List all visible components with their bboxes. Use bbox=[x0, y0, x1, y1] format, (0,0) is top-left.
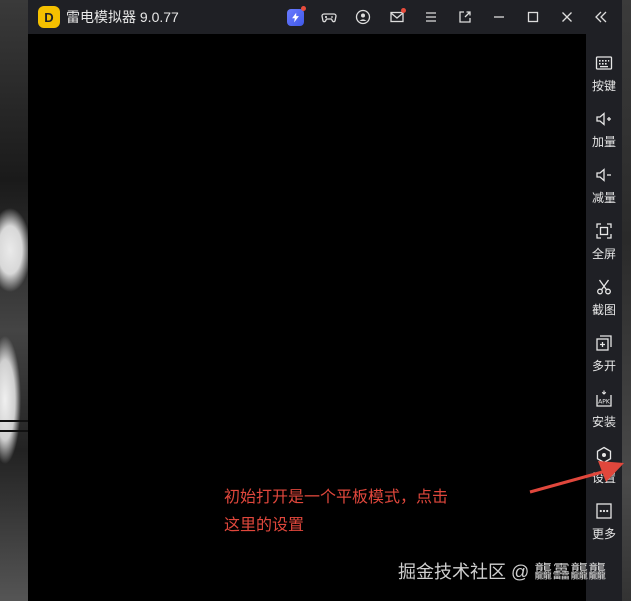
sidebar-item-label: 减量 bbox=[591, 191, 616, 205]
notification-badge bbox=[301, 6, 306, 11]
fullscreen-icon bbox=[596, 223, 612, 239]
sidebar-item-label: 截图 bbox=[591, 303, 616, 317]
sidebar-item-volume-down[interactable]: 减量 bbox=[586, 152, 622, 208]
annotation-arrow-icon bbox=[529, 461, 624, 494]
sidebar-item-label: 多开 bbox=[591, 359, 616, 373]
annotation-line: 这里的设置 bbox=[224, 517, 305, 534]
sidebar-item-keymap[interactable]: 按键 bbox=[586, 40, 622, 96]
emulator-window: D 雷电模拟器 9.0.77 按键 加量 减量 全屏 截图 多开 APK 安装 … bbox=[28, 0, 624, 601]
background-photo-right bbox=[622, 0, 631, 601]
app-logo-letter: D bbox=[44, 9, 54, 25]
sidebar-item-screenshot[interactable]: 截图 bbox=[586, 264, 622, 320]
sidebar-item-label: 按键 bbox=[591, 79, 616, 93]
bolt-icon bbox=[286, 8, 304, 26]
more-icon bbox=[596, 503, 612, 519]
sync-window-icon bbox=[459, 11, 471, 23]
scissors-icon bbox=[597, 279, 611, 295]
collapse-sidebar-icon bbox=[595, 11, 607, 23]
titlebar-toolbar bbox=[278, 0, 618, 34]
watermark-text: 掘金技术社区 @ 龘靐龘龘 bbox=[398, 562, 607, 582]
minimize-icon bbox=[494, 16, 504, 18]
menu-icon bbox=[426, 12, 436, 22]
close-icon bbox=[562, 12, 572, 22]
annotation-line: 初始打开是一个平板模式，点击 bbox=[224, 489, 449, 506]
sidebar-item-label: 更多 bbox=[591, 527, 616, 541]
svg-text:APK: APK bbox=[598, 399, 611, 406]
sync-window-button[interactable] bbox=[448, 0, 482, 34]
minimize-button[interactable] bbox=[482, 0, 516, 34]
menu-button[interactable] bbox=[414, 0, 448, 34]
right-toolbar: 按键 加量 减量 全屏 截图 多开 APK 安装 设置 更多 bbox=[586, 34, 622, 601]
sidebar-item-label: 全屏 bbox=[591, 247, 616, 261]
sidebar-item-install[interactable]: APK 安装 bbox=[586, 376, 622, 432]
apk-install-icon: APK bbox=[596, 390, 612, 407]
user-icon bbox=[355, 9, 371, 25]
sidebar-item-fullscreen[interactable]: 全屏 bbox=[586, 208, 622, 264]
notification-badge bbox=[401, 8, 406, 13]
keyboard-icon bbox=[595, 56, 613, 70]
mail-button[interactable] bbox=[380, 0, 414, 34]
sidebar-item-label: 加量 bbox=[591, 135, 616, 149]
annotation-note: 初始打开是一个平板模式，点击 这里的设置 bbox=[224, 484, 524, 540]
window-title: 雷电模拟器 9.0.77 bbox=[66, 9, 179, 25]
title-bar[interactable]: D 雷电模拟器 9.0.77 bbox=[28, 0, 622, 34]
background-stripe bbox=[0, 430, 28, 432]
boost-button[interactable] bbox=[278, 0, 312, 34]
background-stripe bbox=[0, 420, 28, 422]
app-logo: D bbox=[38, 6, 60, 28]
maximize-button[interactable] bbox=[516, 0, 550, 34]
volume-up-icon bbox=[596, 112, 611, 126]
gamepad-button[interactable] bbox=[312, 0, 346, 34]
volume-down-icon bbox=[596, 168, 611, 182]
background-photo-left bbox=[0, 0, 28, 601]
sidebar-item-label: 安装 bbox=[591, 415, 616, 429]
sidebar-item-multi-instance[interactable]: 多开 bbox=[586, 320, 622, 376]
multi-instance-icon bbox=[596, 335, 612, 351]
close-button[interactable] bbox=[550, 0, 584, 34]
gamepad-icon bbox=[321, 13, 337, 23]
maximize-icon bbox=[527, 11, 539, 23]
sidebar-item-volume-up[interactable]: 加量 bbox=[586, 96, 622, 152]
account-button[interactable] bbox=[346, 0, 380, 34]
collapse-sidebar-button[interactable] bbox=[584, 0, 618, 34]
